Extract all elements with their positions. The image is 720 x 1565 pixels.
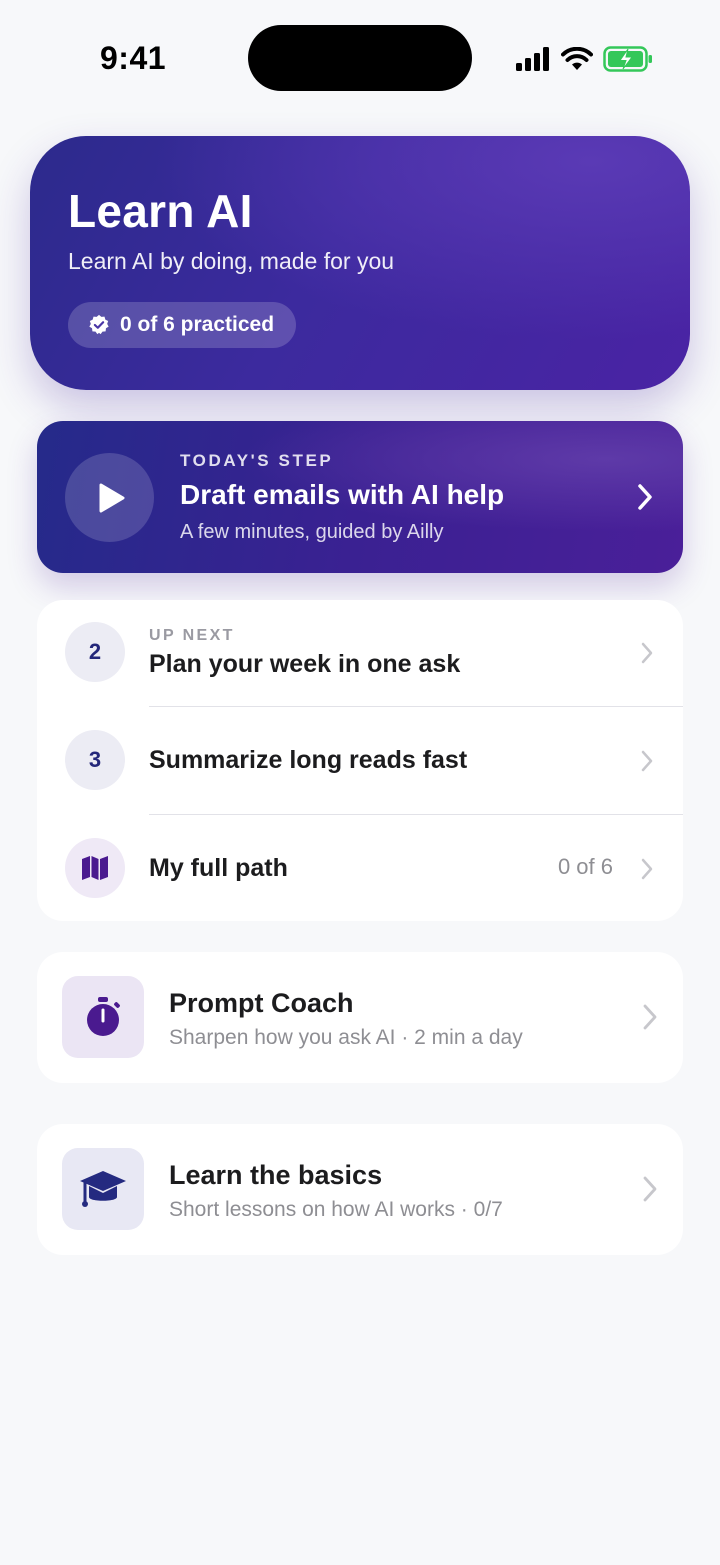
hero-subtitle: Learn AI by doing, made for you xyxy=(68,248,395,274)
path-progress-count: 0 of 6 xyxy=(557,854,613,879)
status-bar: 9:41 xyxy=(0,0,720,116)
graduation-cap-icon xyxy=(80,1171,126,1207)
path-list-card: 2 UP NEXT Plan your week in one ask 3 Su… xyxy=(37,600,683,921)
play-icon xyxy=(99,483,124,512)
chevron-right-icon xyxy=(643,1004,657,1030)
hero-card: Learn AI Learn AI by doing, made for you… xyxy=(30,136,690,390)
prompt-coach-icon-tile xyxy=(62,976,144,1058)
progress-badge: 0 of 6 practiced xyxy=(68,302,297,348)
stopwatch-icon xyxy=(87,997,120,1036)
path-item-summarize[interactable]: 3 Summarize long reads fast xyxy=(37,708,683,815)
todays-step-subtitle: A few minutes, guided by Ailly xyxy=(180,521,444,543)
path-item-plan-week[interactable]: 2 UP NEXT Plan your week in one ask xyxy=(37,600,683,707)
path-item-title: Plan your week in one ask xyxy=(149,650,461,678)
path-item-title: Summarize long reads fast xyxy=(149,746,468,774)
map-icon xyxy=(82,856,108,880)
divider xyxy=(149,706,683,707)
learn-basics-icon-tile xyxy=(62,1148,144,1230)
feature-subtitle: Sharpen how you ask AI · 2 min a day xyxy=(169,1026,523,1049)
chevron-right-icon xyxy=(641,858,653,880)
page-title: Learn AI xyxy=(68,185,253,237)
todays-step-title: Draft emails with AI help xyxy=(180,479,505,510)
up-next-kicker: UP NEXT xyxy=(149,627,235,644)
wifi-icon xyxy=(561,47,593,70)
status-icons xyxy=(515,44,653,74)
feature-subtitle: Short lessons on how AI works · 0/7 xyxy=(169,1198,503,1221)
progress-label: 0 of 6 practiced xyxy=(120,313,275,336)
feature-title: Learn the basics xyxy=(169,1160,383,1190)
step-number-badge: 3 xyxy=(65,730,125,790)
signal-icon xyxy=(516,47,549,71)
status-time: 9:41 xyxy=(100,40,167,76)
feature-title: Prompt Coach xyxy=(169,988,354,1018)
play-button[interactable] xyxy=(65,453,154,542)
todays-step-card[interactable]: TODAY'S STEP Draft emails with AI help A… xyxy=(37,421,683,573)
map-icon-badge xyxy=(65,838,125,898)
chevron-right-icon xyxy=(643,1176,657,1202)
chevron-right-icon xyxy=(641,642,653,664)
chevron-right-icon xyxy=(638,484,652,510)
todays-step-kicker: TODAY'S STEP xyxy=(180,451,334,470)
divider xyxy=(149,814,683,815)
learn-basics-card[interactable]: Learn the basics Short lessons on how AI… xyxy=(37,1124,683,1255)
dynamic-island xyxy=(248,25,472,91)
path-item-full-path[interactable]: My full path 0 of 6 xyxy=(37,816,683,921)
step-number-badge: 2 xyxy=(65,622,125,682)
verified-badge-icon xyxy=(89,314,109,335)
battery-charging-icon xyxy=(603,46,652,72)
chevron-right-icon xyxy=(641,750,653,772)
prompt-coach-card[interactable]: Prompt Coach Sharpen how you ask AI · 2 … xyxy=(37,952,683,1083)
path-item-title: My full path xyxy=(149,854,288,882)
